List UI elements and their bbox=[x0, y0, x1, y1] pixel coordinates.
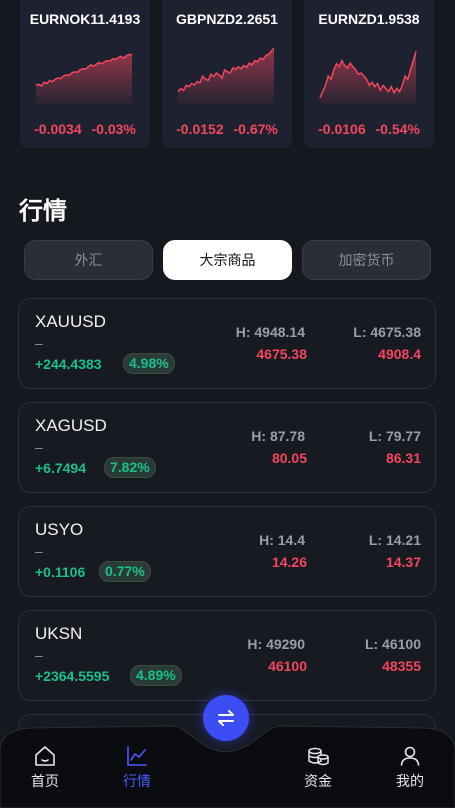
ticker-change-row: -0.0034 -0.03% bbox=[20, 121, 150, 137]
instrument-bid: 46100 bbox=[268, 658, 307, 674]
instrument-percent-badge: 4.89% bbox=[130, 665, 182, 686]
instrument-subtitle: – bbox=[35, 647, 43, 663]
instrument-change: +244.4383 bbox=[35, 356, 102, 372]
instrument-subtitle: – bbox=[35, 543, 43, 559]
chart-icon bbox=[127, 746, 147, 766]
instrument-card[interactable]: XAUUSD – +244.4383 4.98% H: 4948.14 L: 4… bbox=[18, 298, 436, 389]
instrument-high: H: 14.4 bbox=[259, 532, 305, 548]
instrument-name: XAGUSD bbox=[35, 416, 107, 435]
instrument-name: UKSN bbox=[35, 624, 83, 643]
nav-profile[interactable]: 我的 bbox=[380, 744, 440, 791]
nav-profile-label: 我的 bbox=[396, 773, 424, 789]
instrument-card[interactable]: XAGUSD – +6.7494 7.82% H: 87.78 L: 79.77… bbox=[18, 402, 436, 493]
sparkline-area bbox=[320, 51, 416, 104]
tab-forex[interactable]: 外汇 bbox=[24, 240, 153, 280]
instrument-name: USYO bbox=[35, 520, 84, 539]
nav-home[interactable]: 首页 bbox=[15, 744, 75, 791]
instrument-high: H: 49290 bbox=[247, 636, 305, 652]
ticker-change-row: -0.0106 -0.54% bbox=[304, 121, 434, 137]
user-icon bbox=[400, 746, 420, 766]
instrument-high: H: 4948.14 bbox=[235, 324, 305, 340]
instrument-change: +0.1106 bbox=[35, 564, 86, 580]
ticker-percent: -0.67% bbox=[233, 121, 278, 137]
sparkline bbox=[177, 47, 275, 104]
nav-home-label: 首页 bbox=[31, 773, 59, 789]
ticker-symbol: EURNOK11.4193 bbox=[29, 11, 141, 27]
instrument-subtitle: – bbox=[35, 439, 43, 455]
ticker-symbol: GBPNZD2.2651 bbox=[176, 11, 278, 27]
instrument-ask: 86.31 bbox=[385, 450, 421, 466]
nav-funds[interactable]: 资金 bbox=[288, 744, 348, 791]
ticker-change: -0.0152 bbox=[176, 121, 224, 137]
nav-funds-label: 资金 bbox=[304, 773, 332, 789]
sparkline bbox=[319, 51, 417, 104]
ticker-change-row: -0.0152 -0.67% bbox=[162, 121, 292, 137]
instrument-low: L: 14.21 bbox=[368, 532, 421, 548]
ticker-change: -0.0034 bbox=[34, 121, 82, 137]
instrument-card[interactable]: UKSN – +2364.5595 4.89% H: 49290 L: 4610… bbox=[18, 610, 436, 701]
swap-icon bbox=[218, 710, 234, 726]
nav-market[interactable]: 行情 bbox=[107, 744, 167, 791]
instrument-percent-badge: 0.77% bbox=[99, 561, 151, 582]
swap-button[interactable] bbox=[203, 695, 249, 741]
instrument-bid: 14.26 bbox=[271, 554, 307, 570]
instrument-low: L: 46100 bbox=[364, 636, 421, 652]
sparkline-area bbox=[178, 48, 274, 104]
ticker-change: -0.0106 bbox=[318, 121, 366, 137]
tab-commodities[interactable]: 大宗商品 bbox=[163, 240, 292, 280]
ticker-percent: -0.03% bbox=[91, 121, 136, 137]
instrument-change: +6.7494 bbox=[35, 460, 86, 476]
instrument-low: L: 79.77 bbox=[368, 428, 421, 444]
instrument-percent-badge: 7.82% bbox=[104, 457, 156, 478]
instrument-card[interactable]: USYO – +0.1106 0.77% H: 14.4 L: 14.21 14… bbox=[18, 506, 436, 597]
instrument-percent-badge: 4.98% bbox=[123, 353, 175, 374]
instrument-ask: 14.37 bbox=[385, 554, 421, 570]
instrument-ask: 4908.4 bbox=[378, 346, 421, 362]
instrument-low: L: 4675.38 bbox=[353, 324, 421, 340]
ticker-symbol: EURNZD1.9538 bbox=[318, 11, 420, 27]
instrument-change: +2364.5595 bbox=[35, 668, 110, 684]
nav-market-label: 行情 bbox=[123, 773, 151, 789]
sparkline bbox=[35, 53, 133, 104]
ticker-card[interactable]: EURNOK11.4193 -0.0034 -0.03% bbox=[20, 0, 150, 148]
home-icon bbox=[35, 746, 55, 766]
instrument-bid: 4675.38 bbox=[256, 346, 307, 362]
instrument-name: XAUUSD bbox=[35, 312, 106, 331]
instrument-high: H: 87.78 bbox=[251, 428, 305, 444]
ticker-card[interactable]: GBPNZD2.2651 -0.0152 -0.67% bbox=[162, 0, 292, 148]
instrument-bid: 80.05 bbox=[271, 450, 307, 466]
coins-icon bbox=[308, 747, 329, 766]
instrument-ask: 48355 bbox=[382, 658, 421, 674]
instrument-subtitle: – bbox=[35, 335, 43, 351]
ticker-card[interactable]: EURNZD1.9538 -0.0106 -0.54% bbox=[304, 0, 434, 148]
ticker-strip: EURNOK11.4193 -0.0034 -0.03% GBPNZD2.265… bbox=[0, 0, 455, 150]
tab-crypto[interactable]: 加密货币 bbox=[302, 240, 431, 280]
sparkline-area bbox=[36, 54, 132, 104]
section-title: 行情 bbox=[19, 198, 67, 225]
ticker-percent: -0.54% bbox=[375, 121, 420, 137]
